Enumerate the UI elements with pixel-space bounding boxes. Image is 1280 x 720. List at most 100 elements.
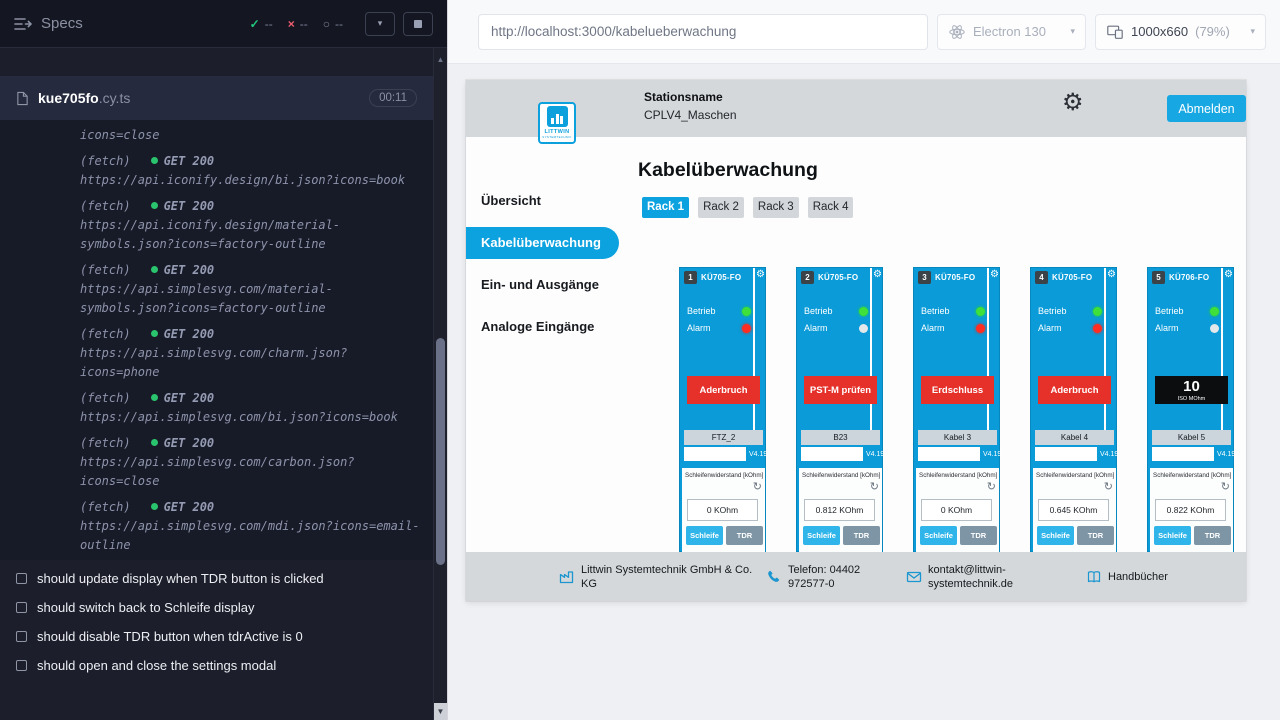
divider [870, 268, 872, 431]
betrieb-row: Betrieb [921, 306, 985, 316]
footer-text: Telefon: 04402 972577-0 [788, 563, 888, 591]
refresh-icon[interactable]: ↻ [1221, 482, 1230, 493]
fetch-label: (fetch) [80, 436, 131, 450]
tab-rack-4[interactable]: Rack 4 [808, 197, 854, 218]
reporter-scrollbar[interactable]: ▲ ▼ [433, 48, 447, 720]
runner-topbar: Specs ✓--×--○-- ▾ [0, 0, 447, 48]
test-item-should-update-display-when-tdr[interactable]: should update display when TDR button is… [0, 564, 433, 593]
footer-item-book[interactable]: Handbücher [1086, 569, 1168, 585]
log-url-line: https://api.iconify.design/material- [80, 216, 421, 235]
measurement-panel: Schleifenwiderstand [kOhm] ↻ 0.645 KOhm … [1033, 468, 1116, 553]
spec-extension: .cy.ts [99, 90, 131, 106]
test-item-should-disable-tdr-button-when[interactable]: should disable TDR button when tdrActive… [0, 622, 433, 651]
scroll-up-icon[interactable]: ▲ [434, 56, 447, 64]
card-settings-icon[interactable]: ⚙ [756, 270, 765, 280]
input-box[interactable] [801, 447, 863, 461]
specs-menu-icon[interactable] [14, 17, 32, 31]
fetch-log-entry: (fetch)GET 200https://api.iconify.design… [80, 152, 421, 190]
tdr-button[interactable]: TDR [1077, 526, 1114, 545]
measurement-panel: Schleifenwiderstand [kOhm] ↻ 0.822 KOhm … [1150, 468, 1233, 553]
input-box[interactable] [684, 447, 746, 461]
card-settings-icon[interactable]: ⚙ [990, 270, 999, 280]
log-line: icons=close [80, 126, 421, 145]
url-input[interactable]: http://localhost:3000/kabelueberwachung [478, 14, 928, 50]
stat-failed: ×-- [288, 17, 308, 31]
device-card-5: 5 KÜ706-FO ⚙ Betrieb Alarm 10 ISO MOhm K… [1147, 267, 1234, 552]
betrieb-label: Betrieb [804, 306, 833, 316]
log-url-line: symbols.json?icons=factory-outline [80, 235, 421, 254]
browser-name: Electron 130 [973, 24, 1046, 39]
factory-icon [559, 569, 575, 585]
nav-item-analoge-eing-nge[interactable]: Analoge Eingänge [466, 311, 629, 343]
stat-count: -- [335, 17, 343, 31]
collapse-reporter-button[interactable]: ▾ [365, 12, 395, 36]
tdr-button[interactable]: TDR [726, 526, 763, 545]
browser-select[interactable]: Electron 130 ▾ [937, 14, 1086, 50]
input-box[interactable] [1152, 447, 1214, 461]
nav-item-ein-und-ausg-nge[interactable]: Ein- und Ausgänge [466, 269, 629, 301]
card-header: 5 KÜ706-FO [1152, 271, 1209, 284]
status-dot [151, 157, 158, 164]
refresh-icon[interactable]: ↻ [753, 482, 762, 493]
measurement-panel: Schleifenwiderstand [kOhm] ↻ 0 KOhm Schl… [682, 468, 765, 553]
harbor-crane-icon [547, 106, 568, 127]
card-number: 2 [801, 271, 814, 284]
http-status: GET 200 [164, 199, 215, 213]
alarm-row: Alarm [1038, 323, 1102, 333]
schleife-button[interactable]: Schleife [686, 526, 723, 545]
schleife-button[interactable]: Schleife [920, 526, 957, 545]
refresh-icon[interactable]: ↻ [987, 482, 996, 493]
betrieb-led [976, 307, 985, 316]
card-model: KÜ705-FO [701, 273, 741, 282]
app-footer: Littwin Systemtechnik GmbH & Co. KGTelef… [466, 552, 1246, 601]
settings-gear-icon[interactable]: ⚙ [1062, 91, 1084, 115]
log-url-line: https://api.simplesvg.com/material- [80, 280, 421, 299]
status-box: Erdschluss [921, 376, 994, 404]
logout-button[interactable]: Abmelden [1167, 95, 1246, 122]
specs-label[interactable]: Specs [41, 15, 83, 32]
schleife-button[interactable]: Schleife [1037, 526, 1074, 545]
card-model: KÜ706-FO [1169, 273, 1209, 282]
tab-rack-1[interactable]: Rack 1 [642, 197, 689, 218]
log-entry-head: (fetch)GET 200 [80, 389, 421, 408]
card-settings-icon[interactable]: ⚙ [1224, 270, 1233, 280]
fetch-log-entry: (fetch)GET 200https://api.simplesvg.com/… [80, 434, 421, 491]
input-box[interactable] [1035, 447, 1097, 461]
log-entry-head: (fetch) GET 200 [80, 197, 421, 216]
log-entry-head: (fetch)GET 200 [80, 261, 421, 280]
nav-item-bersicht[interactable]: Übersicht [466, 185, 629, 217]
scroll-down-icon[interactable]: ▼ [434, 703, 447, 720]
fetch-label: (fetch) [80, 199, 131, 213]
tdr-button[interactable]: TDR [960, 526, 997, 545]
fetch-log-entry: (fetch) GET 200 https://api.iconify.design… [80, 197, 421, 254]
chevron-down-icon: ▾ [378, 19, 383, 28]
card-settings-icon[interactable]: ⚙ [1107, 270, 1116, 280]
scrollbar-thumb[interactable] [436, 338, 445, 565]
betrieb-led [1210, 307, 1219, 316]
http-status: GET 200 [164, 327, 215, 341]
refresh-icon[interactable]: ↻ [1104, 482, 1113, 493]
test-icon [16, 573, 27, 584]
test-title: should switch back to Schleife display [37, 600, 255, 615]
viewport-select[interactable]: 1000x660 (79%) ▾ [1095, 14, 1266, 50]
test-item-should-open-and-close-the-sett[interactable]: should open and close the settings modal [0, 651, 433, 680]
footer-item-mail[interactable]: kontakt@littwin-systemtechnik.de [906, 563, 1086, 591]
refresh-icon[interactable]: ↻ [870, 482, 879, 493]
tab-rack-3[interactable]: Rack 3 [753, 197, 799, 218]
betrieb-label: Betrieb [921, 306, 950, 316]
tab-rack-2[interactable]: Rack 2 [698, 197, 744, 218]
input-box[interactable] [918, 447, 980, 461]
card-header: 2 KÜ705-FO [801, 271, 858, 284]
schleife-button[interactable]: Schleife [803, 526, 840, 545]
stop-tests-button[interactable] [403, 12, 433, 36]
test-item-should-switch-back-to-schleife[interactable]: should switch back to Schleife display [0, 593, 433, 622]
spec-header[interactable]: kue705fo .cy.ts 00:11 [0, 76, 433, 120]
card-model: KÜ705-FO [935, 273, 975, 282]
tdr-button[interactable]: TDR [1194, 526, 1231, 545]
alarm-led [1210, 324, 1219, 333]
stat-count: -- [300, 17, 308, 31]
card-settings-icon[interactable]: ⚙ [873, 270, 882, 280]
nav-item-kabel-berwachung[interactable]: Kabelüberwachung [466, 227, 619, 259]
tdr-button[interactable]: TDR [843, 526, 880, 545]
schleife-button[interactable]: Schleife [1154, 526, 1191, 545]
